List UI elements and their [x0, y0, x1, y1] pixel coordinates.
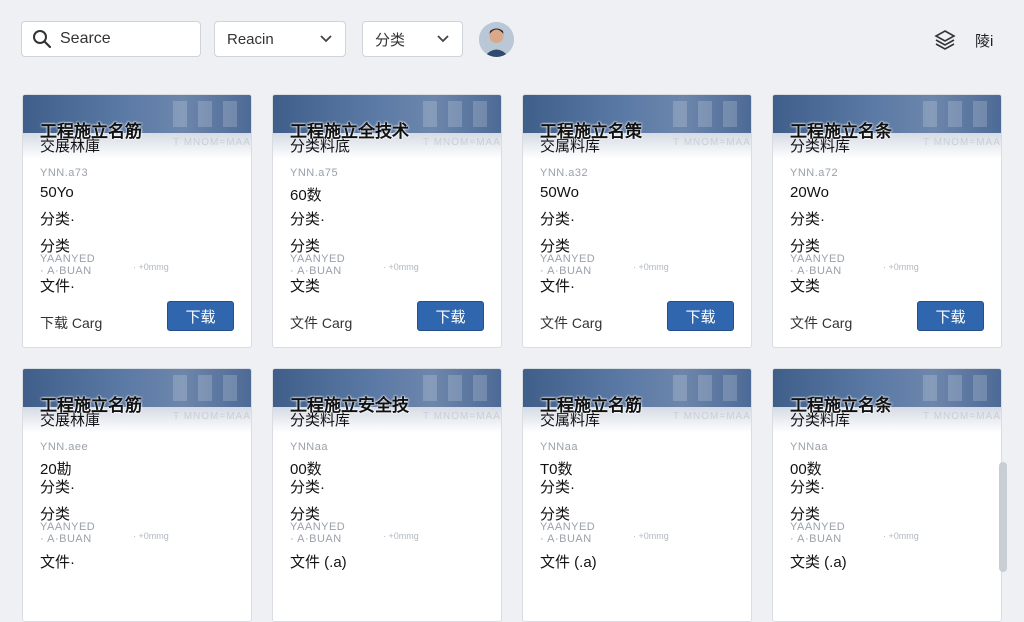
card-meta: YNN.aee	[40, 441, 89, 453]
card-ghost-text: T MNOM=MAAMN	[173, 411, 251, 422]
card-meta-2: YAANYED	[790, 253, 846, 265]
card-line-1: 分类·	[790, 479, 825, 496]
card-line-3: 文件·	[540, 278, 575, 295]
card-line-1: 分类·	[290, 211, 325, 228]
card-meta-2: YAANYED	[290, 253, 346, 265]
card-meta-right: · +0mmg	[383, 262, 419, 272]
card-meta-2: YAANYED	[540, 521, 596, 533]
card-footer: 文件 Carg	[790, 315, 853, 331]
card-meta-3: · A·BUAN	[540, 533, 592, 545]
card-ghost-text: T MNOM=MAAMN	[673, 137, 751, 148]
card-subtitle: 交展林庫	[40, 138, 101, 155]
card-ghost-text: T MNOM=MAAMN	[923, 137, 1001, 148]
search-box[interactable]	[21, 21, 201, 57]
card-subtitle: 交展林庫	[40, 412, 101, 429]
filter-select-1-value: Reacin	[227, 30, 274, 48]
download-button[interactable]: 下载	[667, 301, 734, 331]
card-subtitle: 分类料库	[790, 412, 851, 429]
card-meta-2: YAANYED	[790, 521, 846, 533]
card-value: 50Wo	[540, 184, 579, 201]
card-meta: YNN.a32	[540, 167, 589, 179]
card-line-3: 文类	[790, 278, 821, 295]
card-subtitle: 交属料库	[540, 138, 601, 155]
chevron-down-icon	[320, 35, 332, 43]
card-line-1: 分类·	[790, 211, 825, 228]
download-button[interactable]: 下载	[167, 301, 234, 331]
card-line-1: 分类·	[540, 479, 575, 496]
card-meta: YNNaa	[540, 441, 578, 453]
category-select-value: 分类	[375, 31, 406, 49]
resource-card[interactable]: T MNOM=MAAMN 工程施立名条 分类料库 YNN.a72 20Wo 分类…	[772, 94, 1002, 348]
resource-card[interactable]: T MNOM=MAAMN 工程施立名策 交属料库 YNN.a32 50Wo 分类…	[522, 94, 752, 348]
card-footer: 文件 Carg	[290, 315, 353, 331]
card-meta-3: · A·BUAN	[290, 533, 342, 545]
card-line-3: 文类 (.a)	[790, 554, 847, 571]
card-meta-2: YAANYED	[40, 521, 96, 533]
card-meta-3: · A·BUAN	[40, 533, 92, 545]
card-value: 50Yo	[40, 184, 74, 201]
card-meta-right: · +0mmg	[383, 531, 419, 541]
card-value: 20Wo	[790, 184, 829, 201]
card-meta-2: YAANYED	[290, 521, 346, 533]
card-meta: YNNaa	[790, 441, 828, 453]
resource-card[interactable]: T MNOM=MAAMN 工程施立名筋 交属料库 YNNaa T0数 分类· 分…	[522, 368, 752, 622]
card-ghost-text: T MNOM=MAAMN	[923, 411, 1001, 422]
card-ghost-text: T MNOM=MAAMN	[673, 411, 751, 422]
card-meta-right: · +0mmg	[133, 531, 169, 541]
card-subtitle: 分类料底	[290, 138, 351, 155]
chevron-down-icon	[437, 35, 449, 43]
card-meta-right: · +0mmg	[633, 262, 669, 272]
card-line-3: 文件 (.a)	[290, 554, 347, 571]
card-meta-right: · +0mmg	[633, 531, 669, 541]
top-toolbar: Reacin 分类 陵i	[0, 0, 1024, 78]
card-line-3: 文类	[290, 278, 321, 295]
card-subtitle: 分类料库	[290, 412, 351, 429]
filter-select-1[interactable]: Reacin	[214, 21, 346, 57]
resource-card[interactable]: T MNOM=MAAMN 工程施立全技术 分类料底 YNN.a75 60数 分类…	[272, 94, 502, 348]
card-meta: YNN.a75	[290, 167, 339, 179]
card-footer: 下载 Carg	[40, 315, 103, 331]
card-ghost-text: T MNOM=MAAMN	[423, 411, 501, 422]
card-meta-2: YAANYED	[540, 253, 596, 265]
card-subtitle: 交属料库	[540, 412, 601, 429]
card-value: 60数	[290, 187, 322, 204]
card-line-1: 分类·	[290, 479, 325, 496]
card-line-3: 文件 (.a)	[540, 554, 597, 571]
layers-icon[interactable]	[934, 29, 956, 51]
resource-card[interactable]: T MNOM=MAAMN 工程施立名筋 交展林庫 YNN.a73 50Yo 分类…	[22, 94, 252, 348]
search-icon	[33, 30, 52, 49]
category-select[interactable]: 分类	[362, 21, 463, 57]
card-line-3: 文件·	[40, 278, 75, 295]
resource-card[interactable]: T MNOM=MAAMN 工程施立名条 分类料库 YNNaa 00数 分类· 分…	[772, 368, 1002, 622]
vertical-scrollbar[interactable]	[999, 462, 1007, 572]
card-line-1: 分类·	[540, 211, 575, 228]
card-line-1: 分类·	[40, 211, 75, 228]
card-line-3: 文件·	[40, 554, 75, 571]
card-meta-2: YAANYED	[40, 253, 96, 265]
card-meta-right: · +0mmg	[883, 262, 919, 272]
card-meta: YNNaa	[290, 441, 328, 453]
card-footer: 文件 Carg	[540, 315, 603, 331]
card-meta-right: · +0mmg	[883, 531, 919, 541]
card-ghost-text: T MNOM=MAAMN	[423, 137, 501, 148]
download-button[interactable]: 下载	[417, 301, 484, 331]
top-right-label[interactable]: 陵i	[975, 30, 993, 51]
card-ghost-text: T MNOM=MAAMN	[173, 137, 251, 148]
card-meta: YNN.a73	[40, 167, 89, 179]
resource-card[interactable]: T MNOM=MAAMN 工程施立安全技 分类料库 YNNaa 00数 分类· …	[272, 368, 502, 622]
avatar-image	[479, 22, 514, 57]
avatar[interactable]	[479, 22, 514, 57]
resource-card[interactable]: T MNOM=MAAMN 工程施立名筋 交展林庫 YNN.aee 20勘 分类·…	[22, 368, 252, 622]
card-meta-3: · A·BUAN	[790, 533, 842, 545]
card-meta: YNN.a72	[790, 167, 839, 179]
download-button[interactable]: 下载	[917, 301, 984, 331]
search-input[interactable]	[58, 23, 192, 55]
card-line-1: 分类·	[40, 479, 75, 496]
card-meta-right: · +0mmg	[133, 262, 169, 272]
card-subtitle: 分类料库	[790, 138, 851, 155]
